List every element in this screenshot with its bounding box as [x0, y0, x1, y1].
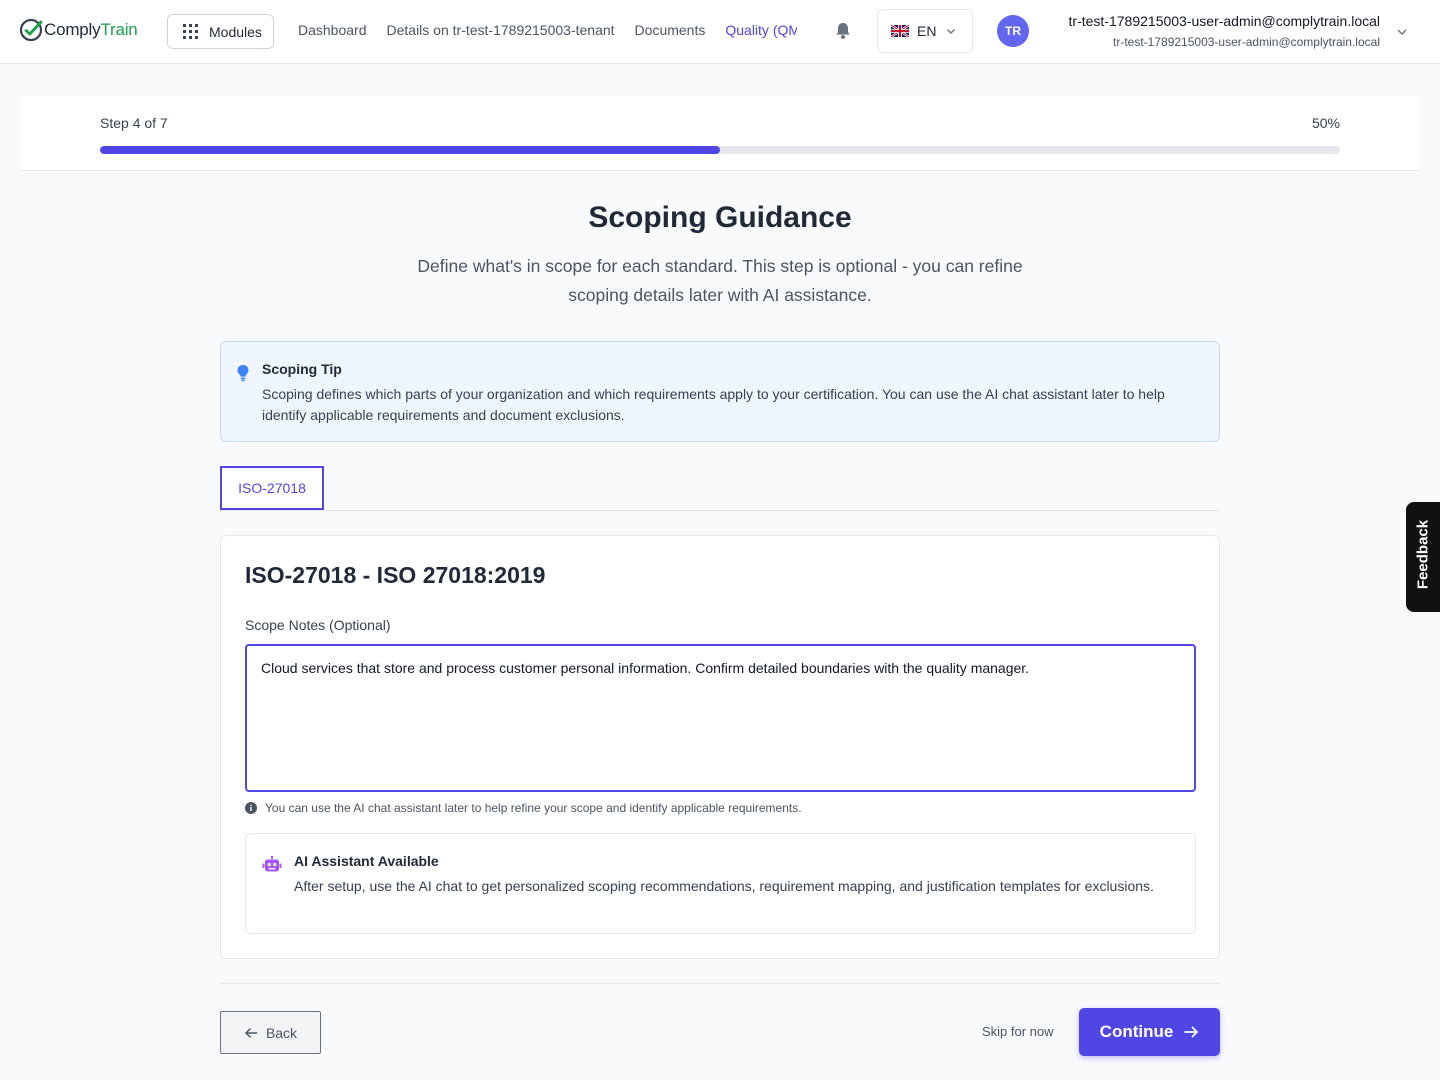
tab-iso-27018[interactable]: ISO-27018: [220, 466, 324, 510]
progress-bar: [100, 146, 1340, 154]
bell-icon[interactable]: [835, 22, 851, 40]
scope-hint-text: You can use the AI chat assistant later …: [265, 801, 802, 815]
progress-bar-fill: [100, 146, 720, 154]
progress-percent: 50%: [1311, 115, 1340, 131]
complytrain-logo[interactable]: ComplyTrain: [19, 18, 138, 42]
user-email: tr-test-1789215003-user-admin@complytrai…: [1113, 35, 1380, 49]
wizard-progress: Step 4 of 7 50%: [20, 96, 1420, 171]
ai-assistant-title: AI Assistant Available: [294, 853, 439, 869]
modules-label: Modules: [209, 23, 262, 40]
robot-icon: [262, 856, 282, 872]
standard-tabs: ISO-27018: [220, 466, 1220, 511]
grid-icon: [183, 24, 198, 39]
arrow-left-icon: [245, 1027, 258, 1038]
scope-notes-label: Scope Notes (Optional): [245, 617, 391, 633]
user-name[interactable]: tr-test-1789215003-user-admin@complytrai…: [1069, 13, 1380, 29]
step-indicator: Step 4 of 7: [100, 115, 168, 131]
language-code: EN: [917, 23, 937, 39]
nav-tenant-details[interactable]: Details on tr-test-1789215003-tenant: [387, 22, 615, 38]
nav-quality[interactable]: Quality (QMS): [725, 22, 797, 38]
chevron-down-icon: [947, 29, 956, 34]
scope-notes-textarea[interactable]: Cloud services that store and process cu…: [245, 644, 1196, 792]
tip-text: Scoping defines which parts of your orga…: [262, 386, 1165, 423]
logo-text: ComplyTrain: [44, 20, 138, 39]
scoping-tip-banner: Scoping Tip Scoping defines which parts …: [220, 341, 1220, 442]
uk-flag-icon: [891, 25, 909, 37]
chevron-down-icon[interactable]: [1396, 26, 1408, 38]
back-button[interactable]: Back: [220, 1011, 321, 1054]
avatar[interactable]: TR: [997, 15, 1029, 47]
standard-scope-card: ISO-27018 - ISO 27018:2019 Scope Notes (…: [220, 535, 1220, 959]
nav-dashboard[interactable]: Dashboard: [298, 22, 367, 38]
arrow-right-icon: [1184, 1026, 1199, 1038]
check-circle-icon: [19, 18, 43, 42]
tip-title: Scoping Tip: [262, 361, 342, 377]
info-icon: [245, 802, 257, 814]
top-navigation-bar: ComplyTrain Modules Dashboard Details on…: [0, 0, 1440, 64]
page-title: Scoping Guidance: [588, 201, 852, 234]
footer-divider: [220, 983, 1220, 984]
main-nav: Dashboard Details on tr-test-1789215003-…: [298, 22, 797, 38]
page-subtitle: Define what's in scope for each standard…: [417, 256, 1023, 305]
lightbulb-icon: [237, 365, 249, 382]
standard-title: ISO-27018 - ISO 27018:2019: [245, 562, 546, 588]
language-selector[interactable]: EN: [877, 9, 973, 53]
continue-label: Continue: [1099, 1022, 1174, 1041]
skip-for-now-link[interactable]: Skip for now: [982, 1024, 1054, 1039]
continue-button[interactable]: Continue: [1079, 1008, 1220, 1056]
scope-hint: You can use the AI chat assistant later …: [245, 801, 802, 815]
ai-assistant-text: After setup, use the AI chat to get pers…: [294, 878, 1154, 894]
feedback-label: Feedback: [1414, 519, 1432, 590]
back-label: Back: [265, 1024, 298, 1041]
ai-assistant-notice: AI Assistant Available After setup, use …: [245, 833, 1196, 934]
nav-documents[interactable]: Documents: [635, 22, 706, 38]
modules-button[interactable]: Modules: [167, 14, 274, 49]
feedback-tab[interactable]: Feedback: [1406, 502, 1440, 612]
